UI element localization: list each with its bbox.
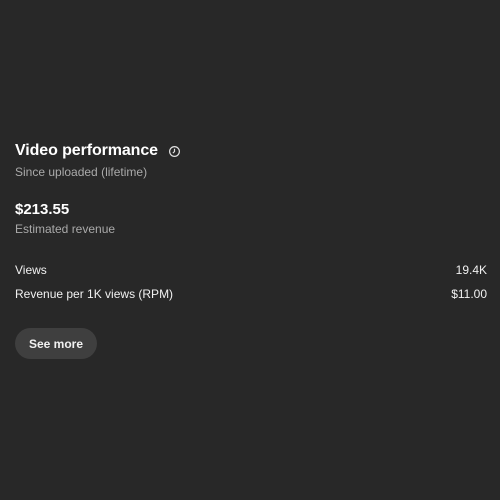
estimated-revenue-value: $213.55 — [15, 201, 70, 218]
metric-value: $11.00 — [451, 287, 487, 301]
metric-row-rpm: Revenue per 1K views (RPM) $11.00 — [15, 282, 487, 306]
metric-row-views: Views 19.4K — [15, 258, 487, 282]
estimated-revenue-label: Estimated revenue — [15, 222, 116, 236]
metrics-list: Views 19.4K Revenue per 1K views (RPM) $… — [15, 258, 487, 306]
metric-label: Revenue per 1K views (RPM) — [15, 287, 174, 301]
clock-icon[interactable] — [168, 144, 182, 158]
video-performance-card: Video performance Since uploaded (lifeti… — [15, 140, 487, 359]
title-row: Video performance — [15, 140, 487, 162]
card-subtitle: Since uploaded (lifetime) — [15, 165, 148, 179]
card-title: Video performance — [15, 142, 158, 159]
see-more-button[interactable]: See more — [15, 328, 98, 359]
metric-label: Views — [15, 263, 47, 277]
metric-value: 19.4K — [455, 263, 487, 277]
